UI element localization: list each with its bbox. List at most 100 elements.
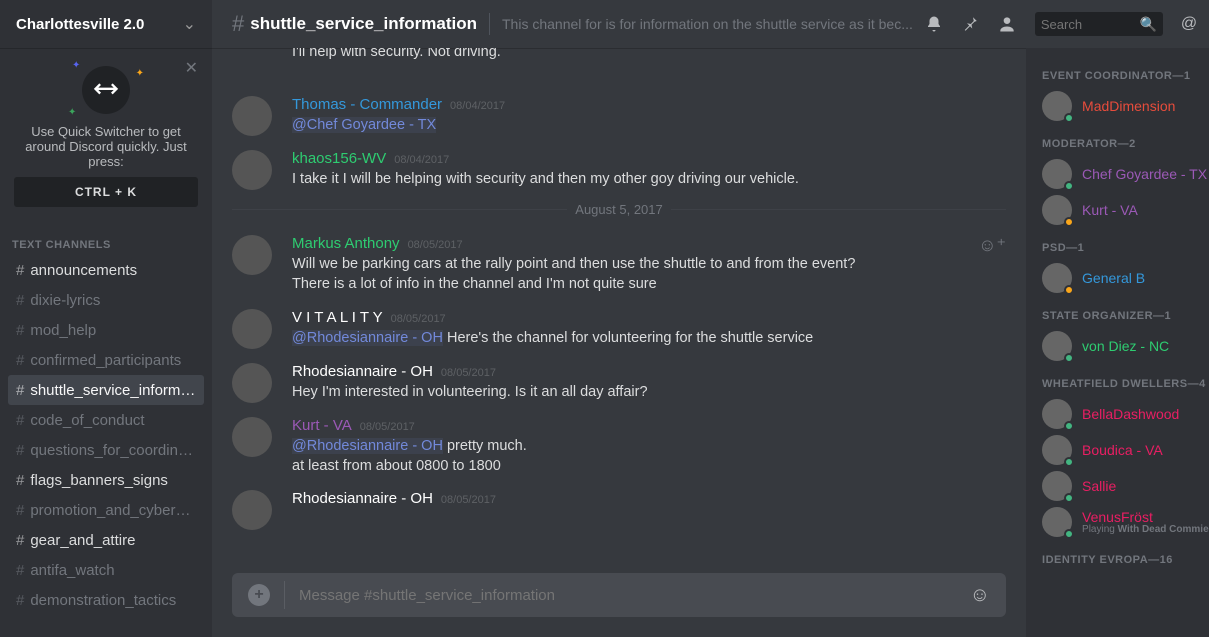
channel-item[interactable]: #demonstration_tactics bbox=[8, 585, 204, 615]
channel-item[interactable]: #flags_banners_signs bbox=[8, 465, 204, 495]
channel-item[interactable]: # announcements bbox=[8, 255, 204, 285]
channels-header: TEXT CHANNELS bbox=[8, 231, 212, 255]
avatar[interactable] bbox=[232, 363, 272, 403]
bell-icon[interactable] bbox=[925, 15, 943, 33]
channel-item[interactable]: #dixie-lyrics bbox=[8, 285, 204, 315]
close-icon[interactable]: ✕ bbox=[185, 58, 198, 78]
status-indicator bbox=[1064, 181, 1074, 191]
member-item[interactable]: Kurt - VA bbox=[1042, 192, 1209, 228]
status-indicator bbox=[1064, 529, 1074, 539]
status-indicator bbox=[1064, 285, 1074, 295]
member-name: Chef Goyardee - TX bbox=[1082, 166, 1207, 182]
search-input[interactable] bbox=[1041, 17, 1140, 32]
avatar[interactable] bbox=[232, 490, 272, 530]
message-author[interactable]: Markus Anthony bbox=[292, 235, 400, 252]
avatar[interactable] bbox=[232, 417, 272, 457]
attach-button[interactable]: + bbox=[248, 584, 270, 606]
message: I'll help with security. Not driving. bbox=[212, 48, 1026, 86]
member-name: von Diez - NC bbox=[1082, 338, 1169, 354]
avatar bbox=[1042, 91, 1072, 121]
server-name: Charlottesville 2.0 bbox=[16, 16, 183, 33]
message: Thomas - Commander08/04/2017@Chef Goyard… bbox=[212, 86, 1026, 140]
message-author[interactable]: V I T A L I T Y bbox=[292, 309, 383, 326]
avatar bbox=[1042, 195, 1072, 225]
channel-item[interactable]: #gear_and_attire bbox=[8, 525, 204, 555]
member-item[interactable]: Boudica - VA bbox=[1042, 432, 1209, 468]
messages-pane: I'll help with security. Not driving.Tho… bbox=[212, 48, 1026, 637]
avatar[interactable] bbox=[232, 235, 272, 275]
message-text: Will we be parking cars at the rally poi… bbox=[292, 254, 1006, 295]
message-timestamp: 08/05/2017 bbox=[391, 313, 446, 325]
member-name: General B bbox=[1082, 270, 1145, 286]
channel-item[interactable]: #antifa_watch bbox=[8, 555, 204, 585]
hash-icon: # bbox=[16, 412, 24, 429]
member-name: MadDimension bbox=[1082, 98, 1175, 114]
members-icon[interactable] bbox=[997, 14, 1017, 34]
message: Markus Anthony08/05/2017Will we be parki… bbox=[212, 225, 1026, 299]
server-header[interactable]: Charlottesville 2.0 ⌄ bbox=[0, 0, 212, 48]
member-item[interactable]: MadDimension bbox=[1042, 88, 1209, 124]
search-box[interactable]: 🔍 bbox=[1035, 12, 1163, 36]
message-author[interactable]: Kurt - VA bbox=[292, 417, 352, 434]
message-author[interactable]: Rhodesiannaire - OH bbox=[292, 363, 433, 380]
mention[interactable]: @Rhodesiannaire - OH bbox=[292, 330, 443, 346]
role-header: STATE ORGANIZER—1 bbox=[1042, 310, 1209, 322]
message: V I T A L I T Y 08/05/2017 @Rhodesiannaire… bbox=[212, 299, 1026, 353]
channel-item[interactable]: #mod_help bbox=[8, 315, 204, 345]
channel-item[interactable]: #questions_for_coordinat... bbox=[8, 435, 204, 465]
mention[interactable]: @Chef Goyardee - TX bbox=[292, 117, 436, 133]
member-item[interactable]: von Diez - NC bbox=[1042, 328, 1209, 364]
search-icon: 🔍 bbox=[1139, 16, 1156, 33]
channel-label: confirmed_participants bbox=[30, 352, 181, 369]
role-header: MODERATOR—2 bbox=[1042, 138, 1209, 150]
avatar[interactable] bbox=[232, 150, 272, 190]
message-author[interactable]: Thomas - Commander bbox=[292, 96, 442, 113]
member-item[interactable]: VenusFröstPlaying With Dead Commies bbox=[1042, 504, 1209, 540]
hash-icon: # bbox=[232, 11, 244, 37]
quick-switcher-tip: Use Quick Switcher to get around Discord… bbox=[14, 124, 198, 169]
member-item[interactable]: BellaDashwood bbox=[1042, 396, 1209, 432]
member-name: Boudica - VA bbox=[1082, 442, 1163, 458]
message-text: I take it I will be helping with securit… bbox=[292, 169, 1006, 189]
quick-switcher-icon: ✦ ✦ ✦ bbox=[82, 66, 130, 114]
member-item[interactable]: General B bbox=[1042, 260, 1209, 296]
emoji-picker-button[interactable]: ☺ bbox=[970, 584, 990, 607]
compose-area: + ☺ bbox=[212, 573, 1026, 637]
member-item[interactable]: Sallie bbox=[1042, 468, 1209, 504]
channel-label: code_of_conduct bbox=[30, 412, 144, 429]
add-reaction-icon[interactable]: ☺⁺ bbox=[978, 235, 1006, 256]
message-author[interactable]: khaos156-WV bbox=[292, 150, 386, 167]
date-divider: August 5, 2017 bbox=[232, 202, 1006, 217]
hash-icon: # bbox=[16, 562, 24, 579]
message: Rhodesiannaire - OH08/05/2017 bbox=[212, 480, 1026, 534]
channel-label: promotion_and_cyberstr... bbox=[30, 502, 196, 519]
channel-label: questions_for_coordinat... bbox=[30, 442, 196, 459]
divider-date: August 5, 2017 bbox=[567, 202, 670, 217]
message-input[interactable] bbox=[299, 587, 970, 604]
message-text: @Chef Goyardee - TX bbox=[292, 115, 1006, 135]
quick-switcher-kbd[interactable]: CTRL + K bbox=[14, 177, 198, 207]
mentions-icon[interactable]: @ bbox=[1181, 15, 1197, 33]
avatar[interactable] bbox=[232, 309, 272, 349]
channel-item[interactable]: #confirmed_participants bbox=[8, 345, 204, 375]
pin-icon[interactable] bbox=[961, 15, 979, 33]
hash-icon: # bbox=[16, 262, 24, 279]
role-header: EVENT COORDINATOR—1 bbox=[1042, 70, 1209, 82]
avatar bbox=[1042, 159, 1072, 189]
message-timestamp: 08/04/2017 bbox=[394, 154, 449, 166]
message-text: Hey I'm interested in volunteering. Is i… bbox=[292, 382, 1006, 402]
message-author[interactable]: Rhodesiannaire - OH bbox=[292, 490, 433, 507]
member-item[interactable]: Chef Goyardee - TX bbox=[1042, 156, 1209, 192]
hash-icon: # bbox=[16, 532, 24, 549]
channel-label: announcements bbox=[30, 262, 137, 279]
channel-item[interactable]: # code_of_conduct bbox=[8, 405, 204, 435]
chevron-down-icon: ⌄ bbox=[183, 14, 196, 34]
message-timestamp: 08/05/2017 bbox=[360, 421, 415, 433]
mention[interactable]: @Rhodesiannaire - OH bbox=[292, 438, 443, 454]
channel-item[interactable]: #promotion_and_cyberstr... bbox=[8, 495, 204, 525]
avatar[interactable] bbox=[232, 96, 272, 136]
compose-box[interactable]: + ☺ bbox=[232, 573, 1006, 617]
topbar-divider bbox=[489, 13, 490, 35]
channel-item[interactable]: #shuttle_service_informat... bbox=[8, 375, 204, 405]
role-header: WHEATFIELD DWELLERS—4 bbox=[1042, 378, 1209, 390]
